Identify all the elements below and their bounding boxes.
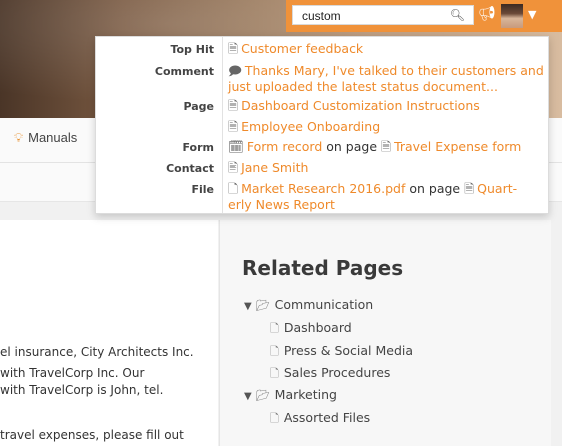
tree-item-label: Sales Procedures (283, 365, 391, 380)
category-page: Page (183, 100, 214, 113)
page-content: el insurance, City Architects Inc. with … (0, 220, 218, 446)
document-icon: 🗎︎ (228, 41, 239, 56)
tree-item-dashboard[interactable]: 🗋︎ Dashboard (270, 320, 352, 339)
document-icon: 🗎︎ (381, 139, 392, 154)
content-line: travel expenses, please fill out (0, 428, 184, 442)
result-link[interactable]: Market Research 2016.pdf (241, 181, 405, 196)
tree-item-label: Dashboard (283, 320, 352, 335)
result-comment[interactable]: 🗩︎ Thanks Mary, I've talked to their cust… (228, 63, 544, 79)
category-comment: Comment (154, 65, 214, 78)
result-page-2[interactable]: 🗎︎ Employee Onboarding (228, 119, 544, 135)
result-link[interactable]: Form record (247, 139, 322, 154)
document-icon: 🗎︎ (228, 98, 239, 113)
result-page-1[interactable]: 🗎︎ Dashboard Customization Instructions (228, 98, 544, 114)
nav-item-manuals[interactable]: 💡︎ Manuals (14, 130, 77, 146)
result-link[interactable]: Jane Smith (241, 160, 308, 175)
lightbulb-icon: 💡︎ (14, 130, 24, 145)
category-top-hit: Top Hit (170, 43, 214, 56)
result-link[interactable]: Thanks Mary, I've talked to their custom… (245, 63, 544, 78)
on-page-label: on page (409, 181, 461, 196)
result-top-hit[interactable]: 🗎︎ Customer feedback (228, 41, 544, 57)
document-icon: 🗎︎ (228, 119, 239, 134)
result-file-cont[interactable]: erly News Report (228, 197, 335, 212)
result-link[interactable]: Customer feedback (241, 41, 363, 56)
tree-item-sales-procedures[interactable]: 🗋︎ Sales Procedures (270, 365, 390, 384)
result-page-link[interactable]: Quart- (477, 181, 517, 196)
page-icon: 🗋︎ (270, 367, 279, 380)
megaphone-icon[interactable]: 📢︎ (478, 6, 496, 22)
tree-item-assorted-files[interactable]: 🗋︎ Assorted Files (270, 410, 370, 429)
collapse-triangle-icon[interactable]: ▼ (244, 301, 252, 312)
contact-card-icon: 🖹︎ (228, 160, 239, 175)
page-icon: 🗋︎ (270, 412, 279, 425)
category-contact: Contact (166, 162, 214, 175)
content-line: with TravelCorp is John, tel. (0, 383, 164, 397)
result-link[interactable]: Dashboard Customization Instructions (241, 98, 480, 113)
result-form[interactable]: 🗓︎ Form record on page 🗎︎ Travel Expense f… (228, 139, 544, 155)
content-line: with TravelCorp Inc. Our (0, 366, 145, 380)
result-comment-cont[interactable]: just uploaded the latest status document… (228, 79, 498, 94)
result-file[interactable]: 🗋︎ Market Research 2016.pdf on page 🗎︎ Qua… (228, 181, 544, 197)
on-page-label: on page (326, 139, 378, 154)
folder-open-icon: 📂︎ (255, 299, 270, 312)
dropdown-divider (222, 37, 223, 213)
search-icon[interactable]: 🔍︎ (450, 8, 465, 22)
document-icon: 🗎︎ (464, 181, 475, 196)
tree-folder-marketing[interactable]: ▼ 📂︎ Marketing (244, 387, 337, 402)
tree-folder-label: Marketing (274, 387, 337, 402)
related-pages-panel: Related Pages ▼ 📂︎ Communication 🗋︎ Dashboa… (219, 220, 551, 446)
top-toolbar: 🔍︎ 📢︎ ▼ (286, 0, 562, 32)
category-file: File (191, 183, 214, 196)
tree-item-press-social-media[interactable]: 🗋︎ Press & Social Media (270, 343, 413, 362)
search-input[interactable] (302, 8, 442, 23)
tree-item-label: Press & Social Media (283, 343, 414, 358)
tree-folder-communication[interactable]: ▼ 📂︎ Communication (244, 297, 373, 312)
tree-item-label: Assorted Files (283, 410, 371, 425)
result-contact[interactable]: 🖹︎ Jane Smith (228, 160, 544, 176)
collapse-triangle-icon[interactable]: ▼ (244, 391, 252, 402)
result-page-link[interactable]: Travel Expense form (394, 139, 521, 154)
tree-folder-label: Communication (274, 297, 374, 312)
page-icon: 🗋︎ (270, 345, 279, 358)
chevron-down-icon[interactable]: ▼ (528, 8, 536, 21)
form-icon: 🗓︎ (228, 139, 244, 154)
result-link[interactable]: Employee Onboarding (241, 119, 380, 134)
related-pages-title: Related Pages (242, 256, 404, 280)
comment-icon: 🗩︎ (228, 63, 242, 78)
folder-open-icon: 📂︎ (255, 389, 270, 402)
avatar[interactable] (501, 4, 523, 28)
file-icon: 🗋︎ (228, 181, 239, 196)
page-icon: 🗋︎ (270, 322, 279, 335)
category-form: Form (182, 141, 214, 154)
content-line: el insurance, City Architects Inc. (0, 345, 194, 359)
nav-item-manuals-label: Manuals (28, 130, 78, 145)
search-box: 🔍︎ (292, 5, 474, 25)
search-results-dropdown: Top Hit 🗎︎ Customer feedback Comment 🗩︎ Th… (95, 36, 549, 214)
